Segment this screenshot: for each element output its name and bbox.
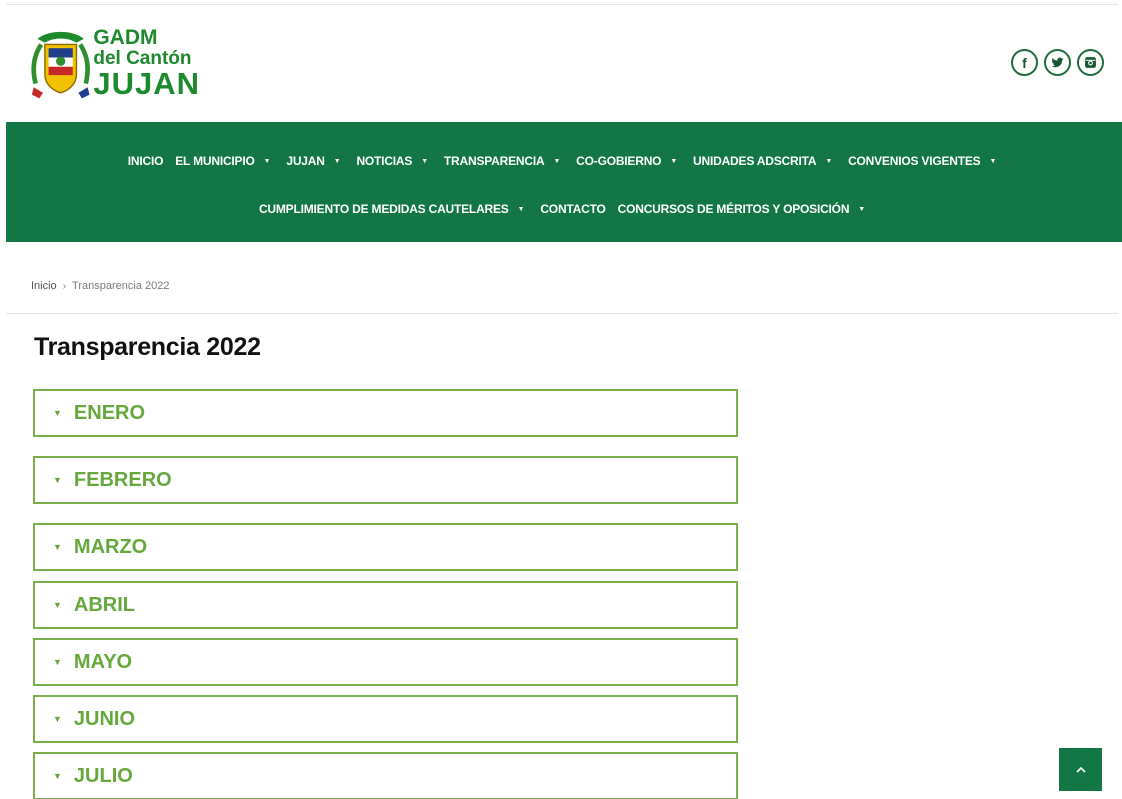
site-logo[interactable]: GADM del Cantón JUJAN <box>30 24 200 104</box>
caret-down-icon: ▼ <box>421 157 428 165</box>
twitter-icon <box>1051 57 1064 68</box>
caret-down-icon: ▼ <box>989 157 997 165</box>
nav-row-2: CUMPLIMIENTO DE MEDIDAS CAUTELARES ▼ CONT… <box>6 198 1122 220</box>
accordion-label: JULIO <box>73 764 133 787</box>
main-navigation: INICIO EL MUNICIPIO ▼ JUJAN ▼ NOTICIAS ▼ TR… <box>6 122 1122 242</box>
accordion-label: MARZO <box>73 535 148 558</box>
nav-item-transparencia[interactable]: TRANSPARENCIA ▼ <box>438 150 570 172</box>
page: GADM del Cantón JUJAN f INICIO EL MUNICI… <box>0 0 1122 799</box>
breadcrumb-current: Transparencia 2022 <box>72 280 170 292</box>
logo-line-jujan: JUJAN <box>93 66 200 101</box>
instagram-icon <box>1085 57 1096 68</box>
breadcrumb-home-link[interactable]: Inicio <box>31 280 57 292</box>
breadcrumb-divider <box>6 313 1118 314</box>
nav-item-jujan[interactable]: JUJAN ▼ <box>280 150 350 172</box>
facebook-button[interactable]: f <box>1011 49 1038 76</box>
nav-item-inicio[interactable]: INICIO <box>122 150 169 172</box>
nav-row-1: INICIO EL MUNICIPIO ▼ JUJAN ▼ NOTICIAS ▼ TR… <box>6 150 1122 172</box>
nav-item-el-municipio[interactable]: EL MUNICIPIO ▼ <box>169 150 280 172</box>
chevron-up-icon <box>1075 766 1086 773</box>
accordion-item-enero[interactable]: ▼ ENERO <box>33 389 738 437</box>
accordion-item-abril[interactable]: ▼ ABRIL <box>33 581 738 629</box>
caret-down-icon: ▼ <box>53 475 62 485</box>
caret-down-icon: ▼ <box>858 205 866 213</box>
nav-item-concursos[interactable]: CONCURSOS DE MÉRITOS Y OPOSICIÓN ▼ <box>612 198 875 220</box>
logo-line-gadm: GADM <box>93 26 158 49</box>
caret-down-icon: ▼ <box>53 600 62 610</box>
accordion-label: MAYO <box>73 650 133 673</box>
coat-of-arms-icon <box>31 31 90 99</box>
chevron-right-icon: › <box>62 280 67 292</box>
accordion-label: ABRIL <box>73 593 136 616</box>
caret-down-icon: ▼ <box>517 205 525 213</box>
caret-down-icon: ▼ <box>53 771 62 781</box>
accordion-item-mayo[interactable]: ▼ MAYO <box>33 638 738 686</box>
nav-item-convenios-vigentes[interactable]: CONVENIOS VIGENTES ▼ <box>842 150 1006 172</box>
nav-item-cumplimiento-medidas[interactable]: CUMPLIMIENTO DE MEDIDAS CAUTELARES ▼ <box>253 198 534 220</box>
caret-down-icon: ▼ <box>53 657 62 667</box>
facebook-icon: f <box>1022 54 1027 71</box>
caret-down-icon: ▼ <box>333 157 341 165</box>
top-divider <box>6 4 1118 5</box>
breadcrumb: Inicio › Transparencia 2022 <box>31 280 169 292</box>
caret-down-icon: ▼ <box>53 542 62 552</box>
accordion-item-junio[interactable]: ▼ JUNIO <box>33 695 738 743</box>
accordion-label: ENERO <box>73 401 146 424</box>
caret-down-icon: ▼ <box>553 157 561 165</box>
twitter-button[interactable] <box>1044 49 1071 76</box>
accordion-label: FEBRERO <box>73 468 172 491</box>
caret-down-icon: ▼ <box>53 714 62 724</box>
nav-item-contacto[interactable]: CONTACTO <box>534 198 611 220</box>
accordion-label: JUNIO <box>73 707 136 730</box>
instagram-button[interactable] <box>1077 49 1104 76</box>
nav-item-noticias[interactable]: NOTICIAS ▼ <box>350 150 437 172</box>
accordion-item-marzo[interactable]: ▼ MARZO <box>33 523 738 571</box>
caret-down-icon: ▼ <box>53 408 62 418</box>
accordion-item-febrero[interactable]: ▼ FEBRERO <box>33 456 738 504</box>
back-to-top-button[interactable] <box>1059 748 1102 791</box>
nav-item-unidades-adscrita[interactable]: UNIDADES ADSCRITA ▼ <box>687 150 842 172</box>
page-title: Transparencia 2022 <box>34 333 261 361</box>
caret-down-icon: ▼ <box>263 157 271 165</box>
accordion-item-julio[interactable]: ▼ JULIO <box>33 752 738 799</box>
social-links: f <box>1011 49 1104 76</box>
nav-item-co-gobierno[interactable]: CO-GOBIERNO ▼ <box>570 150 687 172</box>
caret-down-icon: ▼ <box>670 157 678 165</box>
caret-down-icon: ▼ <box>825 157 833 165</box>
logo-text: GADM del Cantón JUJAN <box>93 27 200 99</box>
